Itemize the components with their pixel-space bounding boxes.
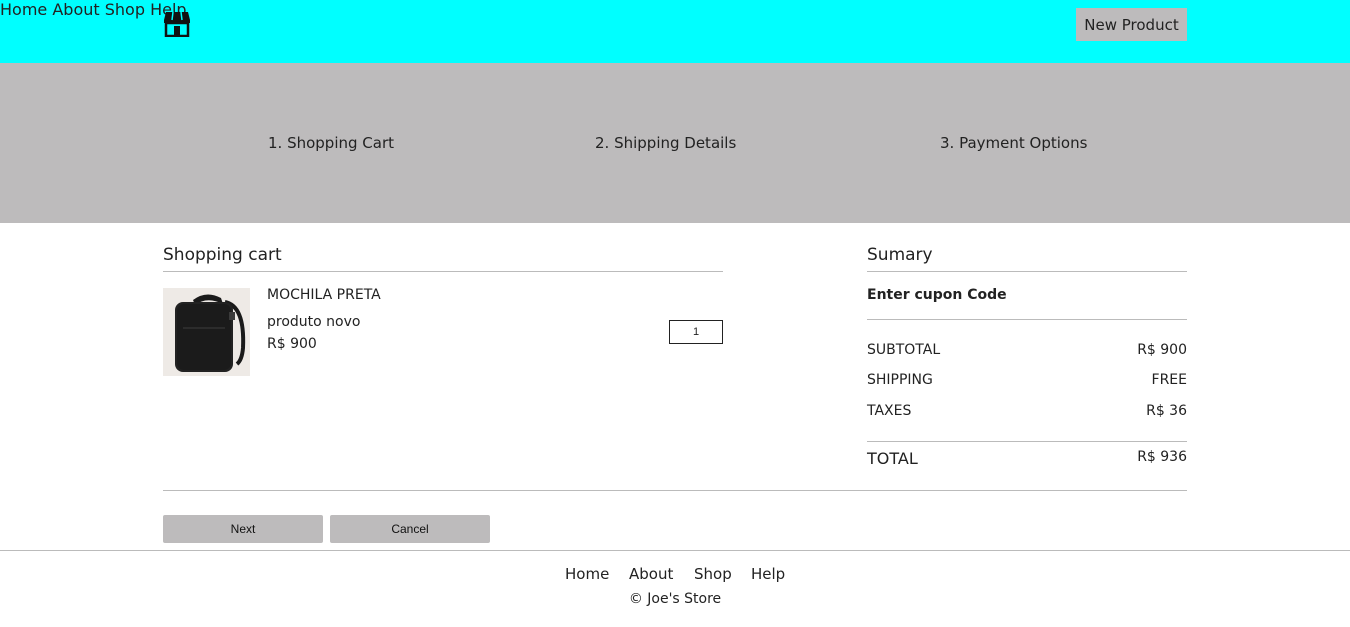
nav-shop-link[interactable]: Shop [105, 0, 145, 19]
shipping-value: FREE [1151, 372, 1187, 388]
subtotal-value: R$ 900 [1137, 342, 1187, 358]
subtotal-label: SUBTOTAL [867, 342, 941, 358]
nav-home-link[interactable]: Home [0, 0, 47, 19]
next-button[interactable]: Next [163, 515, 323, 543]
shipping-row: SHIPPING FREE [867, 372, 1187, 388]
cancel-button[interactable]: Cancel [330, 515, 490, 543]
step-shipping-details[interactable]: 2. Shipping Details [595, 134, 736, 152]
total-divider [867, 441, 1187, 442]
shipping-label: SHIPPING [867, 372, 933, 388]
taxes-value: R$ 36 [1146, 403, 1187, 419]
subtotal-row: SUBTOTAL R$ 900 [867, 342, 1187, 358]
top-navbar: Home About Shop Help New Product [0, 0, 1350, 63]
total-label: TOTAL [867, 449, 918, 468]
store-icon[interactable] [163, 11, 191, 37]
summary-divider [867, 271, 1187, 272]
copyright-text: © Joe's Store [628, 591, 722, 607]
total-row: TOTAL R$ 936 [867, 449, 1187, 468]
footer-about-link[interactable]: About [629, 565, 673, 583]
new-product-button[interactable]: New Product [1076, 8, 1187, 41]
content-divider [163, 490, 1187, 491]
taxes-row: TAXES R$ 36 [867, 403, 1187, 419]
backpack-icon [163, 288, 250, 376]
cart-title: Shopping cart [163, 245, 282, 265]
product-description: produto novo [267, 314, 361, 330]
taxes-label: TAXES [867, 403, 912, 419]
cart-divider [163, 271, 723, 272]
checkout-steps: 1. Shopping Cart 2. Shipping Details 3. … [0, 63, 1350, 223]
footer-divider [0, 550, 1350, 551]
product-name: MOCHILA PRETA [267, 287, 381, 303]
footer-help-link[interactable]: Help [751, 565, 785, 583]
footer-home-link[interactable]: Home [565, 565, 609, 583]
coupon-divider [867, 319, 1187, 320]
step-shopping-cart[interactable]: 1. Shopping Cart [268, 134, 394, 152]
step-payment-options[interactable]: 3. Payment Options [940, 134, 1087, 152]
quantity-input[interactable]: 1 [669, 320, 723, 344]
product-price: R$ 900 [267, 336, 317, 352]
footer-shop-link[interactable]: Shop [694, 565, 732, 583]
nav-about-link[interactable]: About [52, 0, 99, 19]
coupon-label[interactable]: Enter cupon Code [867, 287, 1007, 303]
summary-title: Sumary [867, 245, 933, 265]
total-value: R$ 936 [1137, 449, 1187, 465]
